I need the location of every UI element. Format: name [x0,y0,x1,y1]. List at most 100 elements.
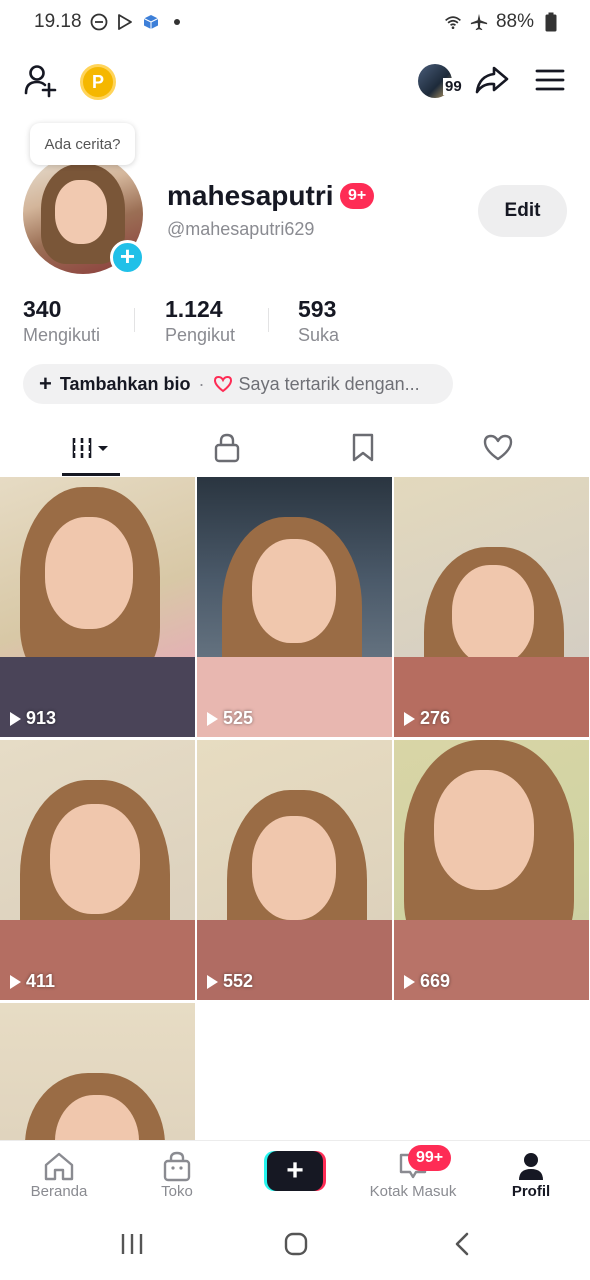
heart-outline-icon [213,375,233,393]
status-bar: 19.18 88% [0,0,590,44]
profile-icon [514,1149,548,1183]
recent-apps-icon [119,1232,145,1261]
nav-shop-label: Toko [161,1183,193,1200]
video-thumbnail[interactable]: 669 [394,740,589,1000]
share-arrow-icon [474,62,510,103]
airplane-mode-icon [470,13,488,31]
system-navigation-bar [0,1212,590,1280]
friends-avatar-button[interactable]: 99 [418,64,468,100]
profile-tabs [0,425,590,477]
video-views: 276 [404,708,450,729]
add-user-icon [22,62,58,103]
heart-icon [482,433,514,468]
friends-count: 99 [443,78,464,95]
tab-favorites[interactable] [333,429,393,471]
play-icon [404,711,415,726]
profile-handle: @mahesaputri629 [167,219,315,239]
video-thumbnail[interactable]: 411 [0,740,195,1000]
play-icon [404,974,415,989]
story-tooltip[interactable]: Ada cerita? [30,123,135,165]
video-thumbnail[interactable]: 276 [394,477,589,737]
video-views: 552 [207,971,253,992]
video-thumbnail[interactable]: 552 [197,740,392,1000]
video-views: 913 [10,708,56,729]
video-thumbnail[interactable]: 913 [0,477,195,737]
stat-followers-label: Pengikut [165,325,236,345]
nav-inbox-label: Kotak Masuk [369,1183,457,1200]
recent-apps-button[interactable] [112,1230,152,1262]
view-count: 411 [26,971,56,991]
nav-profile[interactable]: Profil [481,1149,581,1200]
bottom-navigation: Beranda Toko + 99+ Kotak Masuk Profil [0,1140,590,1212]
name-notification-badge[interactable]: 9+ [340,183,375,209]
bio-pill[interactable]: + Tambahkan bio · Saya tertarik dengan..… [23,364,453,404]
active-tab-indicator [62,473,120,476]
home-icon [42,1149,76,1183]
coins-button[interactable]: P [80,64,116,100]
view-count: 552 [223,971,254,991]
nav-shop[interactable]: Toko [127,1149,227,1200]
tab-liked[interactable] [468,429,528,471]
bookmark-icon [350,433,376,468]
stat-likes-label: Suka [298,325,340,345]
lock-icon [213,433,241,468]
menu-button[interactable] [530,62,570,102]
home-system-button[interactable] [276,1230,316,1262]
video-thumbnail[interactable] [0,1003,195,1140]
add-story-button[interactable]: + [110,240,145,275]
do-not-disturb-icon [90,13,108,31]
nav-profile-label: Profil [511,1183,551,1200]
video-grid-icon [68,434,112,467]
video-thumbnail[interactable]: 525 [197,477,392,737]
video-views: 669 [404,971,450,992]
profile-username: mahesaputri [167,180,334,211]
create-plus-icon: + [267,1151,323,1191]
play-icon [10,974,21,989]
nav-home-label: Beranda [30,1183,88,1200]
stat-likes[interactable]: 593 Suka [298,296,339,346]
view-count: 276 [420,708,451,728]
profile-stats: 340 Mengikuti 1.124 Pengikut 593 Suka [0,296,590,348]
inbox-badge: 99+ [408,1145,452,1171]
coin-p-icon: P [91,71,104,92]
back-button[interactable] [442,1230,482,1262]
home-square-icon [283,1231,309,1262]
hamburger-menu-icon [534,66,566,99]
nav-home[interactable]: Beranda [9,1149,109,1200]
battery-icon [542,12,560,32]
video-views: 525 [207,708,253,729]
wifi-icon [444,13,462,31]
play-icon [207,974,218,989]
create-video-button[interactable]: + [264,1151,326,1191]
add-friend-button[interactable] [20,62,60,102]
stat-following[interactable]: 340 Mengikuti [23,296,100,346]
interests-label[interactable]: Saya tertarik dengan... [239,374,420,395]
back-chevron-icon [452,1231,472,1262]
bio-separator: · [198,373,205,394]
app-cube-icon [142,13,160,31]
video-views: 411 [10,971,55,992]
battery-percent: 88% [495,11,534,32]
add-bio-label[interactable]: Tambahkan bio [60,374,191,395]
edit-profile-button[interactable]: Edit [478,185,567,237]
plus-icon: + [39,371,52,396]
tab-videos[interactable] [60,429,120,471]
tab-private[interactable] [197,429,257,471]
stat-likes-value: 593 [298,296,337,322]
notification-dot-icon [168,13,186,31]
view-count: 913 [26,708,57,728]
stat-divider [134,308,135,332]
view-count: 669 [420,971,451,991]
stat-followers[interactable]: 1.124 Pengikut [165,296,235,346]
stat-divider [268,308,269,332]
play-store-icon [116,13,134,31]
plus-icon: + [119,241,136,271]
share-profile-button[interactable] [472,62,512,102]
stat-following-label: Mengikuti [23,325,101,345]
stat-followers-value: 1.124 [165,296,223,322]
view-count: 525 [223,708,254,728]
shop-bag-icon [160,1149,194,1183]
stat-following-value: 340 [23,296,62,322]
top-action-bar: P 99 [0,56,590,108]
status-time: 19.18 [34,11,82,32]
